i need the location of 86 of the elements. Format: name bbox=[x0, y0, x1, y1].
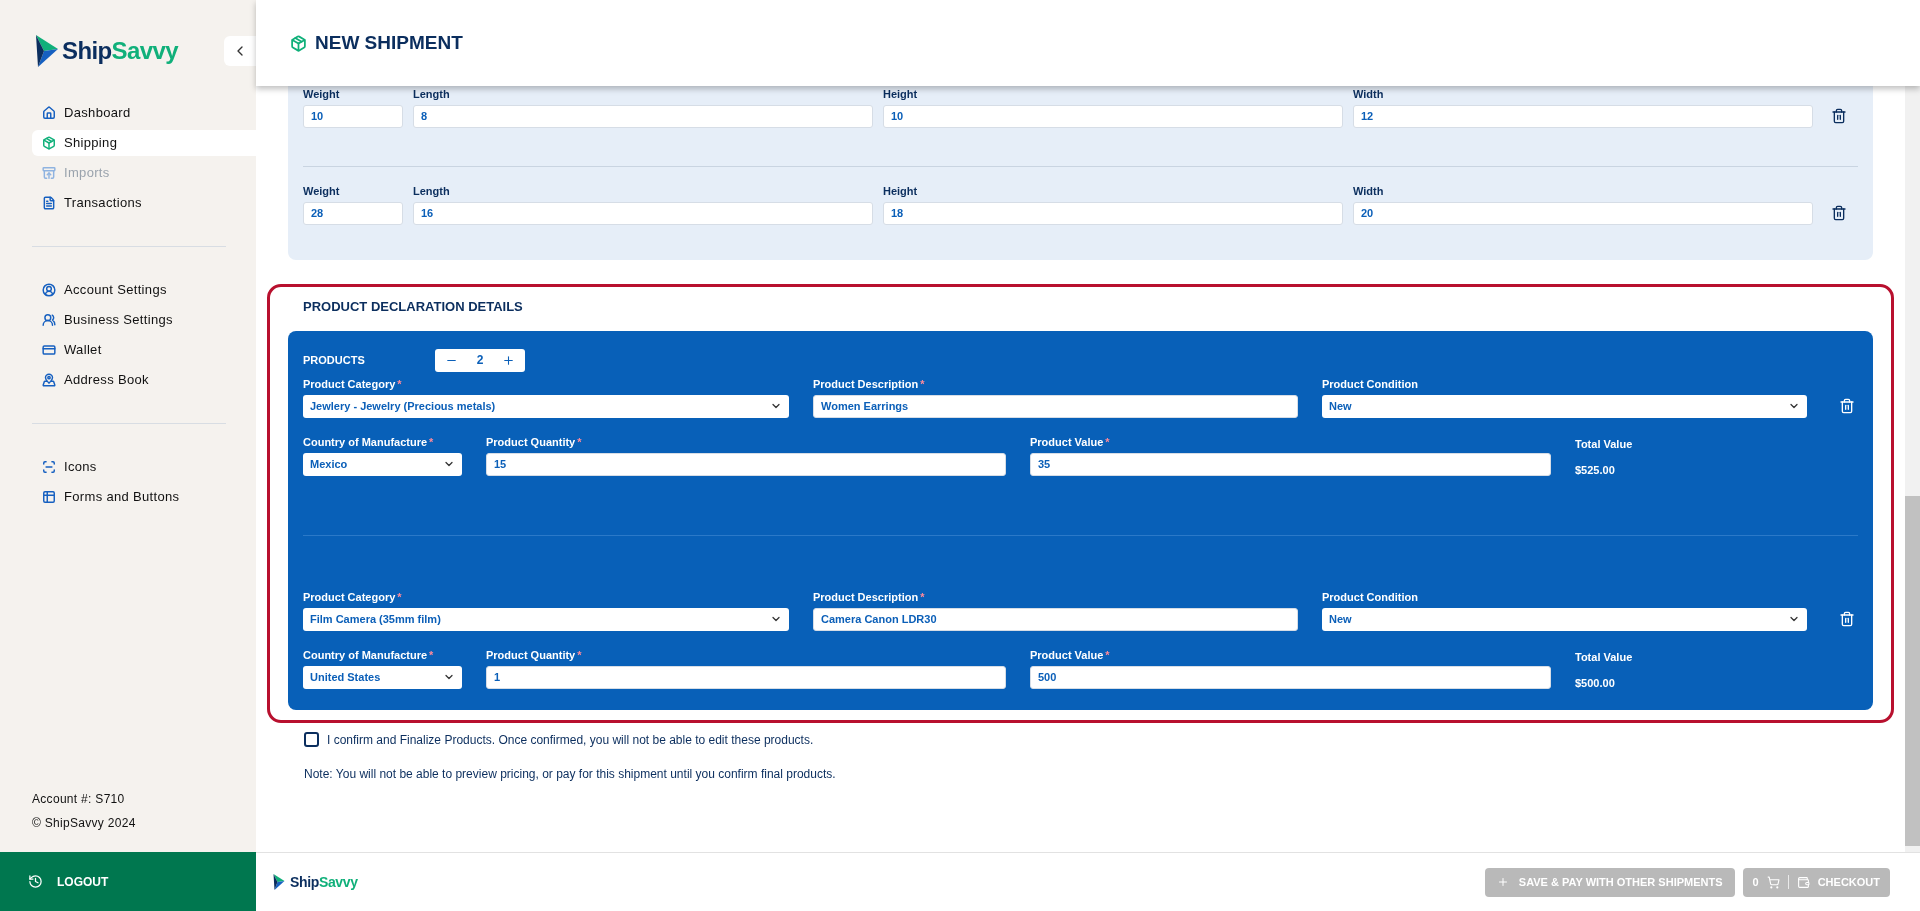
sidebar-item[interactable]: Address Book bbox=[32, 367, 256, 393]
copyright-text: © ShipSavvy 2024 bbox=[32, 815, 137, 832]
logo-icon bbox=[272, 874, 286, 890]
quantity-stepper[interactable]: 2 bbox=[435, 348, 525, 372]
field-label: Length bbox=[413, 88, 451, 101]
field-label: Weight bbox=[303, 88, 341, 101]
field-label: Product Condition bbox=[1322, 377, 1419, 391]
field-label: Product Quantity * bbox=[486, 435, 583, 449]
home-icon bbox=[42, 106, 56, 120]
field-label: Country of Manufacture * bbox=[303, 648, 435, 662]
logo-icon bbox=[36, 35, 58, 67]
sidebar-item[interactable]: Shipping bbox=[32, 130, 256, 156]
input-field[interactable]: 10 bbox=[303, 105, 403, 128]
brand-name: ShipSavvy bbox=[62, 36, 178, 66]
input-field[interactable]: 18 bbox=[883, 202, 1343, 225]
field-label: Product Value * bbox=[1030, 435, 1111, 449]
input-field[interactable]: 15 bbox=[486, 452, 1006, 476]
page-title: NEW SHIPMENT bbox=[315, 30, 463, 55]
field-label: Width bbox=[1353, 88, 1385, 101]
field-label: Width bbox=[1353, 185, 1385, 198]
scrollbar[interactable] bbox=[1905, 86, 1920, 852]
select-field[interactable]: United States bbox=[303, 665, 462, 689]
note-text: Note: You will not be able to preview pricing, or pay for this shipment until you confirm final products. bbox=[304, 765, 837, 783]
plus-icon[interactable] bbox=[502, 353, 515, 367]
section-title: PRODUCT DECLARATION DETAILS bbox=[302, 298, 524, 316]
document-icon bbox=[42, 196, 56, 210]
select-field[interactable]: Film Camera (35mm film) bbox=[303, 607, 789, 631]
select-field[interactable]: New bbox=[1322, 394, 1807, 418]
sidebar-item[interactable]: Account Settings bbox=[32, 277, 256, 303]
trash-icon[interactable] bbox=[1831, 205, 1847, 221]
field-label: Length bbox=[413, 185, 451, 198]
input-field[interactable]: Women Earrings bbox=[813, 394, 1298, 418]
input-field[interactable]: 16 bbox=[413, 202, 873, 225]
sidebar-item[interactable]: Icons bbox=[32, 454, 256, 480]
total-value: $525.00 bbox=[1575, 463, 1616, 478]
input-field[interactable]: 8 bbox=[413, 105, 873, 128]
map-icon bbox=[42, 373, 56, 387]
field-label: Weight bbox=[303, 185, 341, 198]
input-field[interactable]: 28 bbox=[303, 202, 403, 225]
input-field[interactable]: 20 bbox=[1353, 202, 1813, 225]
input-field[interactable]: 500 bbox=[1030, 665, 1551, 689]
total-value-label: Total Value bbox=[1575, 436, 1633, 452]
field-label: Height bbox=[883, 185, 919, 198]
plus-icon bbox=[1496, 876, 1509, 888]
field-label: Product Quantity * bbox=[486, 648, 583, 662]
trash-icon[interactable] bbox=[1839, 397, 1855, 414]
cart-icon bbox=[1766, 875, 1780, 889]
field-label: Product Condition bbox=[1322, 590, 1419, 604]
user-circle-icon bbox=[42, 283, 56, 297]
confirm-label: I confirm and Finalize Products. Once confirmed, you will not be able to edit these products. bbox=[327, 731, 814, 749]
table-icon bbox=[42, 490, 56, 504]
package-icon bbox=[42, 136, 56, 150]
sidebar-item[interactable]: Transactions bbox=[32, 190, 256, 216]
select-field[interactable]: Jewlery - Jewelry (Precious metals) bbox=[303, 394, 789, 418]
logout-button[interactable]: LOGOUT bbox=[0, 852, 256, 911]
field-label: Product Description * bbox=[813, 377, 926, 391]
trash-icon[interactable] bbox=[1839, 610, 1855, 627]
products-label: PRODUCTS bbox=[303, 352, 366, 368]
trash-icon[interactable] bbox=[1831, 108, 1847, 124]
download-box-icon bbox=[42, 166, 56, 180]
total-value: $500.00 bbox=[1575, 676, 1616, 691]
field-label: Product Category * bbox=[303, 377, 403, 391]
sidebar-item[interactable]: Wallet bbox=[32, 337, 256, 363]
input-field[interactable]: 12 bbox=[1353, 105, 1813, 128]
field-label: Product Value * bbox=[1030, 648, 1111, 662]
scan-icon bbox=[42, 460, 56, 474]
users-icon bbox=[42, 313, 56, 327]
sidebar-item[interactable]: Dashboard bbox=[32, 100, 256, 126]
field-label: Height bbox=[883, 88, 919, 101]
select-field[interactable]: Mexico bbox=[303, 452, 462, 476]
confirm-checkbox[interactable] bbox=[304, 732, 319, 747]
sidebar-item[interactable]: Business Settings bbox=[32, 307, 256, 333]
input-field[interactable]: 35 bbox=[1030, 452, 1551, 476]
total-value-label: Total Value bbox=[1575, 649, 1633, 665]
input-field[interactable]: Camera Canon LDR30 bbox=[813, 607, 1298, 631]
input-field[interactable]: 10 bbox=[883, 105, 1343, 128]
input-field[interactable]: 1 bbox=[486, 665, 1006, 689]
brand-name: ShipSavvy bbox=[290, 872, 358, 892]
field-label: Product Description * bbox=[813, 590, 926, 604]
field-label: Product Category * bbox=[303, 590, 403, 604]
select-field[interactable]: New bbox=[1322, 607, 1807, 631]
package-icon bbox=[290, 34, 307, 52]
field-label: Country of Manufacture * bbox=[303, 435, 435, 449]
logout-icon bbox=[28, 874, 43, 889]
sidebar-item[interactable]: Forms and Buttons bbox=[32, 484, 256, 510]
account-number: Account #: S710 bbox=[32, 791, 126, 808]
